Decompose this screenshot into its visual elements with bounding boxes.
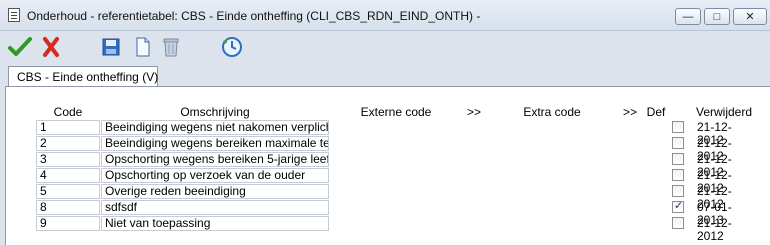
verwijderd-checkbox[interactable] [672,185,684,197]
verwijderd-checkbox[interactable] [672,199,684,213]
verwijderd-checkbox[interactable] [672,137,684,149]
new-document-icon [136,37,150,57]
omschrijving-cell[interactable]: sdfsdf [101,200,329,215]
column-header-externe-code[interactable]: Externe code [330,105,462,119]
tab-cbs-einde-ontheffing[interactable]: CBS - Einde ontheffing (V) [8,66,158,86]
omschrijving-cell[interactable]: Beeindiging wegens bereiken maximale ter [101,136,329,151]
code-cell[interactable]: 9 [36,216,100,231]
cancel-x-icon [43,37,59,57]
table-row[interactable]: 5 Overige reden beeindiging 21-12-2012 [36,184,758,211]
minimize-icon: — [682,11,694,23]
verwijderd-checkbox[interactable] [672,121,684,133]
column-header-verwijderd[interactable]: Verwijderd [688,105,760,119]
column-header-omschrijving[interactable]: Omschrijving [101,105,329,119]
table-row[interactable]: 1 Beeindiging wegens niet nakomen verplic… [36,120,758,147]
minimize-button[interactable]: — [675,8,701,25]
omschrijving-cell[interactable]: Opschorting op verzoek van de ouder [101,168,329,183]
code-cell[interactable]: 8 [36,200,100,215]
table-row[interactable]: 3 Opschorting wegens bereiken 5-jarige le… [36,152,758,179]
window-title: Onderhoud - referentietabel: CBS - Einde… [27,9,481,23]
close-window-button[interactable]: ✕ [733,8,767,25]
omschrijving-cell[interactable]: Niet van toepassing [101,216,329,231]
refresh-button[interactable] [219,34,245,60]
code-cell[interactable]: 3 [36,152,100,167]
code-cell[interactable]: 4 [36,168,100,183]
save-icon [102,38,120,56]
save-button[interactable] [98,34,124,60]
verwijderd-date: 21-12-2012 [697,216,732,243]
verwijderd-checkbox[interactable] [672,169,684,181]
new-document-button[interactable] [130,34,156,60]
code-cell[interactable]: 5 [36,184,100,199]
confirm-button[interactable] [7,34,33,60]
code-cell[interactable]: 1 [36,120,100,135]
table-row[interactable]: 4 Opschorting op verzoek van de ouder 21-1… [36,168,758,195]
expand-externe-code-button[interactable]: >> [462,105,486,119]
table-row[interactable]: 2 Beeindiging wegens bereiken maximale te… [36,136,758,163]
column-header-extra-code[interactable]: Extra code [487,105,617,119]
delete-button[interactable] [158,34,184,60]
table-row[interactable]: 9 Niet van toepassing 21-12-2012 [36,216,758,243]
maximize-button[interactable]: □ [704,8,730,25]
column-header-def[interactable]: Def [643,105,669,119]
cancel-button[interactable] [38,34,64,60]
confirm-check-icon [8,37,32,56]
omschrijving-cell[interactable]: Beeindiging wegens niet nakomen verplich [101,120,329,135]
code-cell[interactable]: 2 [36,136,100,151]
close-icon: ✕ [745,11,755,23]
maximize-icon: □ [713,11,721,23]
document-app-icon [8,8,20,22]
title-bar: Onderhoud - referentietabel: CBS - Einde… [0,0,770,31]
omschrijving-cell[interactable]: Overige reden beeindiging [101,184,329,199]
omschrijving-cell[interactable]: Opschorting wegens bereiken 5-jarige lee… [101,152,329,167]
refresh-clock-icon [222,37,242,57]
column-header-code[interactable]: Code [36,105,100,119]
delete-trash-icon [163,38,179,57]
verwijderd-checkbox[interactable] [672,217,684,229]
table-row[interactable]: 8sdfsdf07-01-2013 [36,199,758,227]
verwijderd-checkbox[interactable] [672,153,684,165]
expand-extra-code-button[interactable]: >> [618,105,642,119]
